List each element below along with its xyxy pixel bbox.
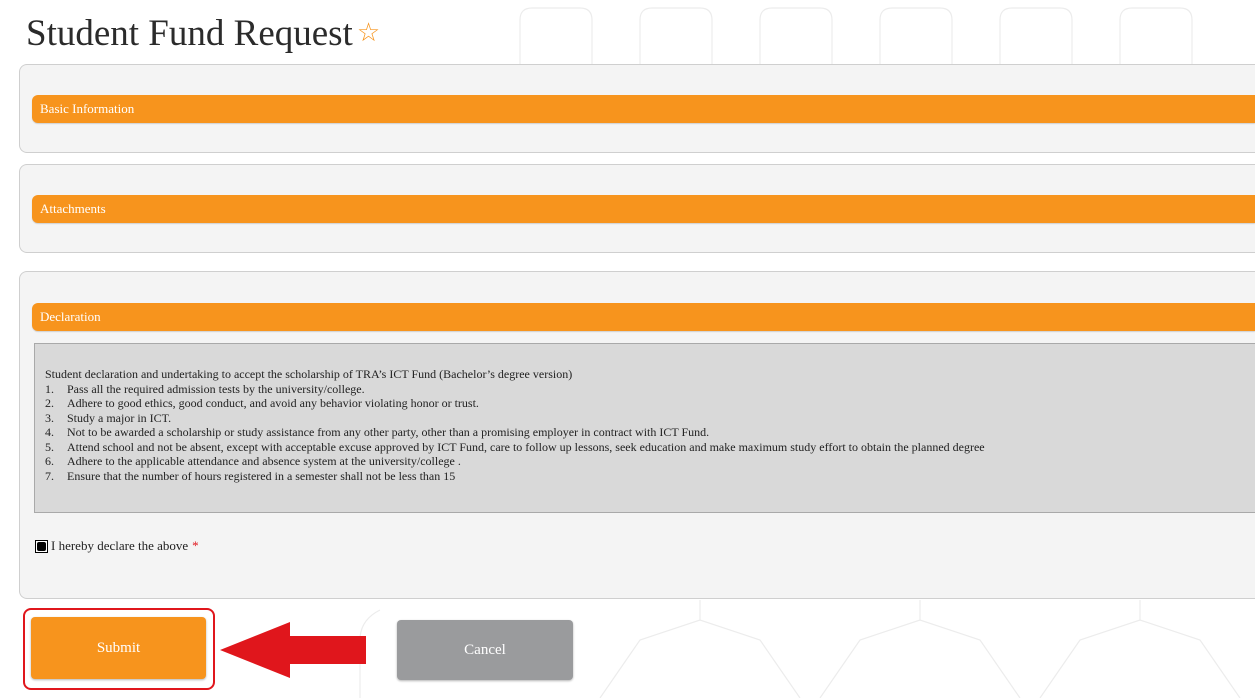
cancel-button[interactable]: Cancel bbox=[397, 620, 573, 680]
basic-information-panel: Basic Information bbox=[19, 64, 1255, 153]
declaration-text-box[interactable]: Student declaration and undertaking to a… bbox=[34, 343, 1255, 513]
declaration-item-number: 6. bbox=[45, 454, 54, 468]
submit-button[interactable]: Submit bbox=[31, 617, 206, 679]
declaration-item: 6. Adhere to the applicable attendance an… bbox=[45, 454, 1255, 469]
checkbox-checked-mark bbox=[37, 541, 46, 551]
declaration-item-text: Ensure that the number of hours register… bbox=[67, 468, 456, 483]
declaration-checkbox-row: I hereby declare the above * bbox=[35, 538, 199, 554]
red-arrow-pointer-icon bbox=[220, 622, 366, 678]
declaration-item: 5. Attend school and not be absent, excep… bbox=[45, 440, 1255, 455]
declaration-checkbox[interactable] bbox=[35, 539, 48, 553]
page-title: Student Fund Request ☆ bbox=[26, 12, 380, 59]
declaration-item-text: Adhere to good ethics, good conduct, and… bbox=[67, 396, 479, 410]
attachments-panel: Attachments bbox=[19, 164, 1255, 253]
declaration-checkbox-label: I hereby declare the above bbox=[51, 538, 189, 553]
declaration-item: 7. Ensure that the number of hours regist… bbox=[45, 469, 1255, 484]
declaration-list: 1. Pass all the required admission tests … bbox=[45, 382, 1255, 484]
declaration-item-number: 2. bbox=[45, 396, 54, 410]
declaration-item-text: Pass all the required admission tests by… bbox=[67, 381, 365, 396]
section-header-declaration[interactable]: Declaration bbox=[32, 303, 1255, 331]
declaration-panel: Declaration Student declaration and unde… bbox=[19, 271, 1255, 599]
declaration-intro: Student declaration and undertaking to a… bbox=[45, 367, 573, 381]
declaration-item: 3. Study a major in ICT. bbox=[45, 411, 1255, 426]
declaration-item: 1. Pass all the required admission tests … bbox=[45, 382, 1255, 397]
declaration-item-number: 3. bbox=[45, 410, 54, 425]
declaration-item-number: 1. bbox=[45, 381, 54, 396]
declaration-item-number: 7. bbox=[45, 468, 54, 483]
declaration-item-text: Attend school and not be absent, except … bbox=[67, 439, 985, 454]
declaration-item: 4. Not to be awarded a scholarship or stu… bbox=[45, 425, 1255, 440]
required-asterisk: * bbox=[192, 538, 199, 553]
section-header-attachments[interactable]: Attachments bbox=[32, 195, 1255, 223]
page-title-text: Student Fund Request bbox=[26, 13, 353, 54]
declaration-item-text: Study a major in ICT. bbox=[67, 410, 172, 425]
declaration-item-text: Adhere to the applicable attendance and … bbox=[67, 454, 461, 468]
declaration-item-number: 5. bbox=[45, 439, 54, 454]
star-outline-icon[interactable]: ☆ bbox=[357, 18, 380, 47]
declaration-item-text: Not to be awarded a scholarship or study… bbox=[67, 425, 710, 439]
declaration-item: 2. Adhere to good ethics, good conduct, a… bbox=[45, 396, 1255, 411]
declaration-item-number: 4. bbox=[45, 425, 54, 439]
section-header-basic-information[interactable]: Basic Information bbox=[32, 95, 1255, 123]
